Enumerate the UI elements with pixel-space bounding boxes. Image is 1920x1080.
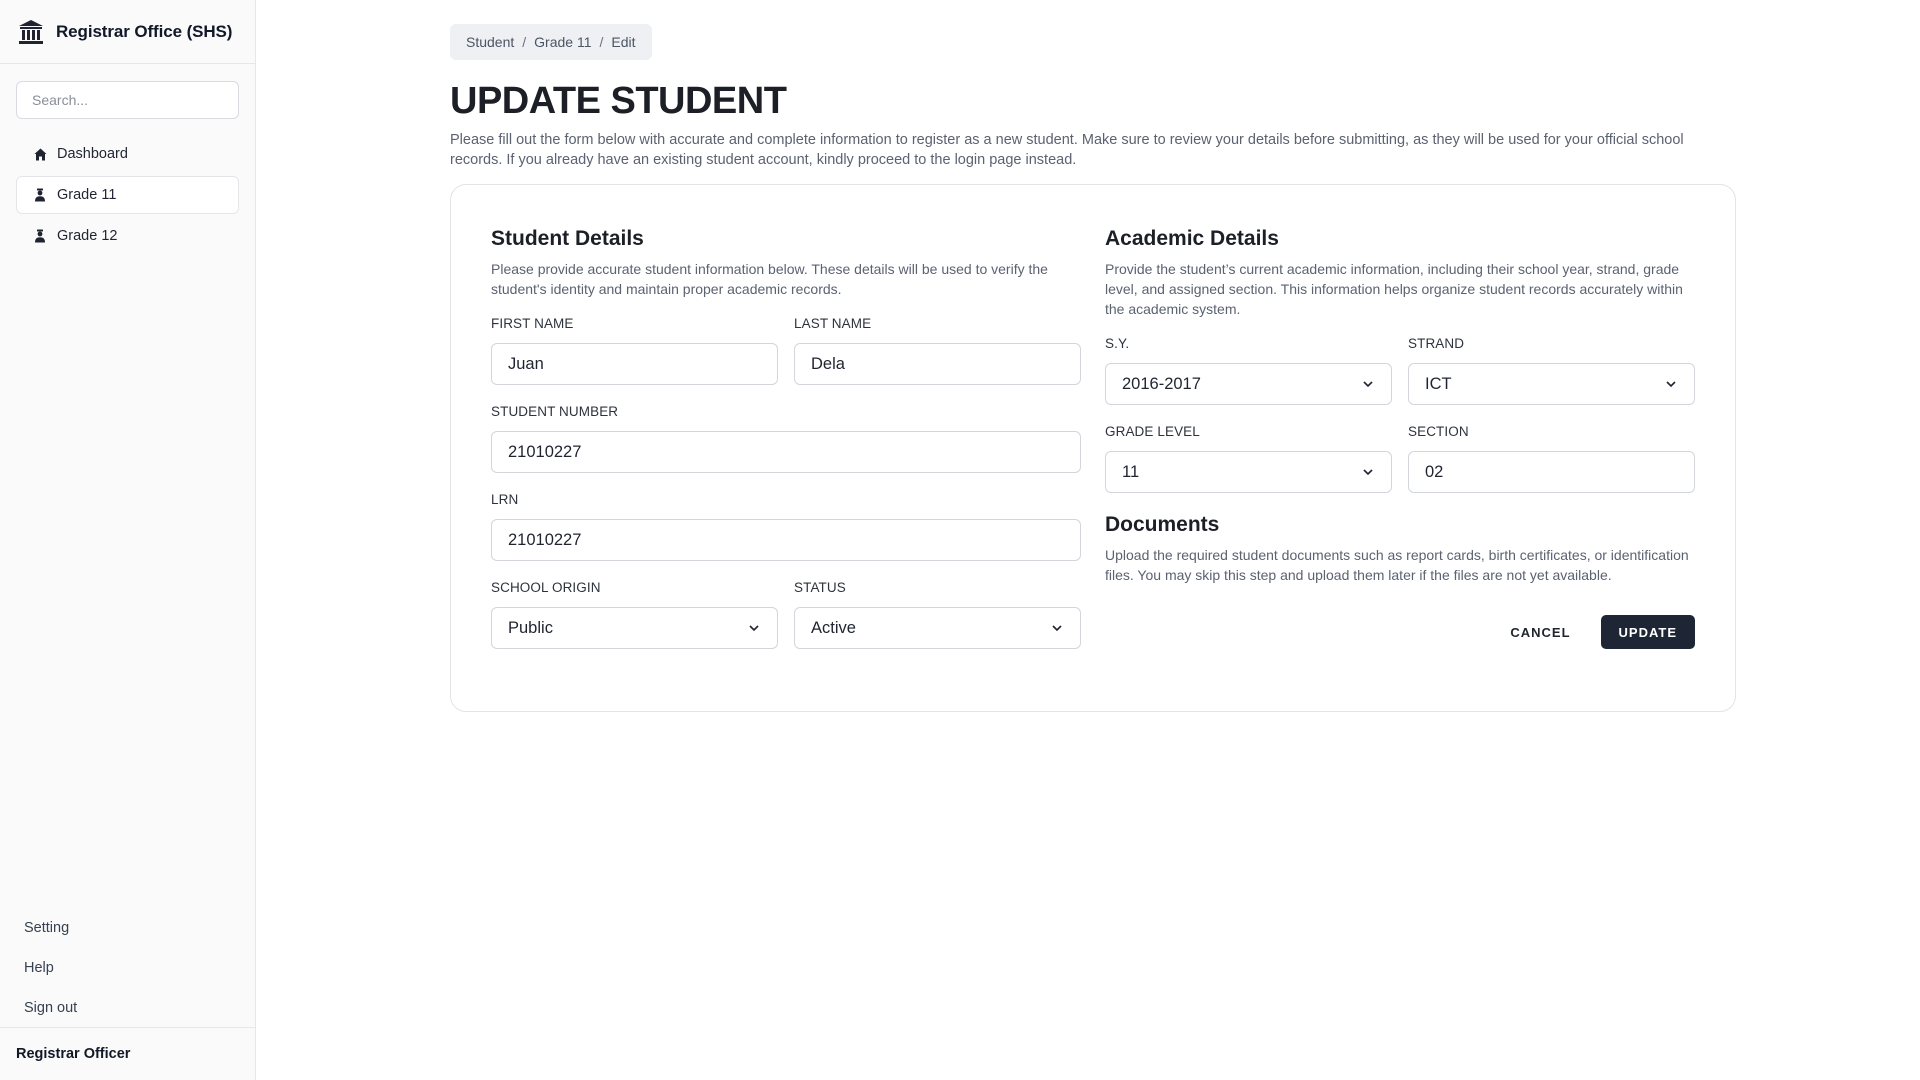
sidebar-item-dashboard[interactable]: Dashboard — [16, 135, 239, 173]
student-details-title: Student Details — [491, 227, 644, 250]
setting-link[interactable]: Setting — [16, 908, 240, 948]
grade-level-label: GRADE LEVEL — [1105, 424, 1200, 439]
student-number-label: STUDENT NUMBER — [491, 404, 619, 419]
student-number-field[interactable]: 21010227 — [491, 431, 1081, 473]
update-student-form: Student Details Please provide accurate … — [450, 184, 1736, 712]
strand-label: STRAND — [1408, 336, 1465, 351]
brand-title: Registrar Office (SHS) — [56, 21, 233, 41]
last-name-label: LAST NAME — [794, 316, 872, 331]
form-actions: CANCEL UPDATE — [1105, 615, 1695, 649]
home-icon — [33, 147, 47, 161]
breadcrumb: Student / Grade 11 / Edit — [450, 24, 652, 60]
lrn-label: LRN — [491, 492, 519, 507]
sign-out-link[interactable]: Sign out — [16, 988, 240, 1028]
status-label: STATUS — [794, 580, 846, 595]
documents-section: Documents Upload the required student do… — [1105, 511, 1695, 585]
academic-details-description: Provide the student’s current academic i… — [1105, 261, 1683, 317]
student-details-description: Please provide accurate student informat… — [491, 261, 1048, 297]
documents-description: Upload the required student documents su… — [1105, 547, 1689, 583]
chevron-down-icon — [1050, 621, 1064, 635]
sidebar-item-grade-12[interactable]: Grade 12 — [16, 217, 239, 255]
sidebar-bottom-links: Setting Help Sign out — [0, 908, 256, 1028]
sidebar-item-label: Grade 11 — [57, 187, 117, 203]
sidebar: Registrar Office (SHS) Dashboard Grade 1… — [0, 0, 256, 1080]
first-name-label: FIRST NAME — [491, 316, 574, 331]
sy-value: 2016-2017 — [1122, 374, 1201, 393]
main-content: Student / Grade 11 / Edit UPDATE STUDENT… — [450, 24, 1736, 712]
lrn-field[interactable]: 21010227 — [491, 519, 1081, 561]
grade-level-select[interactable]: 11 — [1105, 451, 1392, 493]
chevron-down-icon — [1361, 377, 1375, 391]
status-select[interactable]: Active — [794, 607, 1081, 649]
sidebar-item-label: Dashboard — [57, 146, 128, 162]
strand-select[interactable]: ICT — [1408, 363, 1695, 405]
student-icon — [33, 188, 47, 202]
student-details-section: Student Details Please provide accurate … — [491, 225, 1081, 649]
student-icon — [33, 229, 47, 243]
documents-title: Documents — [1105, 513, 1220, 536]
section-field[interactable]: 02 — [1408, 451, 1695, 493]
page-description: Please fill out the form below with accu… — [450, 132, 1684, 168]
chevron-down-icon — [1664, 377, 1678, 391]
sidebar-item-grade-11[interactable]: Grade 11 — [16, 176, 239, 214]
academic-details-title: Academic Details — [1105, 227, 1279, 250]
first-name-field[interactable]: Juan — [491, 343, 778, 385]
last-name-field[interactable]: Dela — [794, 343, 1081, 385]
academic-details-section: Academic Details Provide the student’s c… — [1105, 225, 1695, 649]
breadcrumb-grade-11[interactable]: Grade 11 — [534, 34, 591, 50]
breadcrumb-separator: / — [522, 34, 527, 50]
search-container — [0, 64, 255, 127]
section-label: SECTION — [1408, 424, 1469, 439]
brand: Registrar Office (SHS) — [0, 0, 255, 64]
grade-level-value: 11 — [1122, 462, 1140, 481]
help-link[interactable]: Help — [16, 948, 240, 988]
cancel-button[interactable]: CANCEL — [1494, 615, 1586, 649]
breadcrumb-edit: Edit — [611, 34, 636, 50]
school-origin-label: SCHOOL ORIGIN — [491, 580, 601, 595]
school-origin-select[interactable]: Public — [491, 607, 778, 649]
sidebar-item-label: Grade 12 — [57, 228, 118, 244]
breadcrumb-separator: / — [599, 34, 604, 50]
search-input[interactable] — [16, 81, 239, 119]
sidebar-nav: Dashboard Grade 11 Grade 12 — [0, 127, 255, 266]
sy-label: S.Y. — [1105, 336, 1130, 351]
current-user: Registrar Officer — [0, 1027, 256, 1080]
sy-select[interactable]: 2016-2017 — [1105, 363, 1392, 405]
school-origin-value: Public — [508, 618, 553, 637]
update-button[interactable]: UPDATE — [1600, 615, 1695, 649]
page-title: UPDATE STUDENT — [450, 80, 787, 122]
status-value: Active — [811, 618, 856, 637]
chevron-down-icon — [1361, 465, 1375, 479]
breadcrumb-student[interactable]: Student — [466, 34, 514, 50]
bank-icon — [16, 17, 46, 47]
chevron-down-icon — [747, 621, 761, 635]
strand-value: ICT — [1425, 374, 1452, 393]
